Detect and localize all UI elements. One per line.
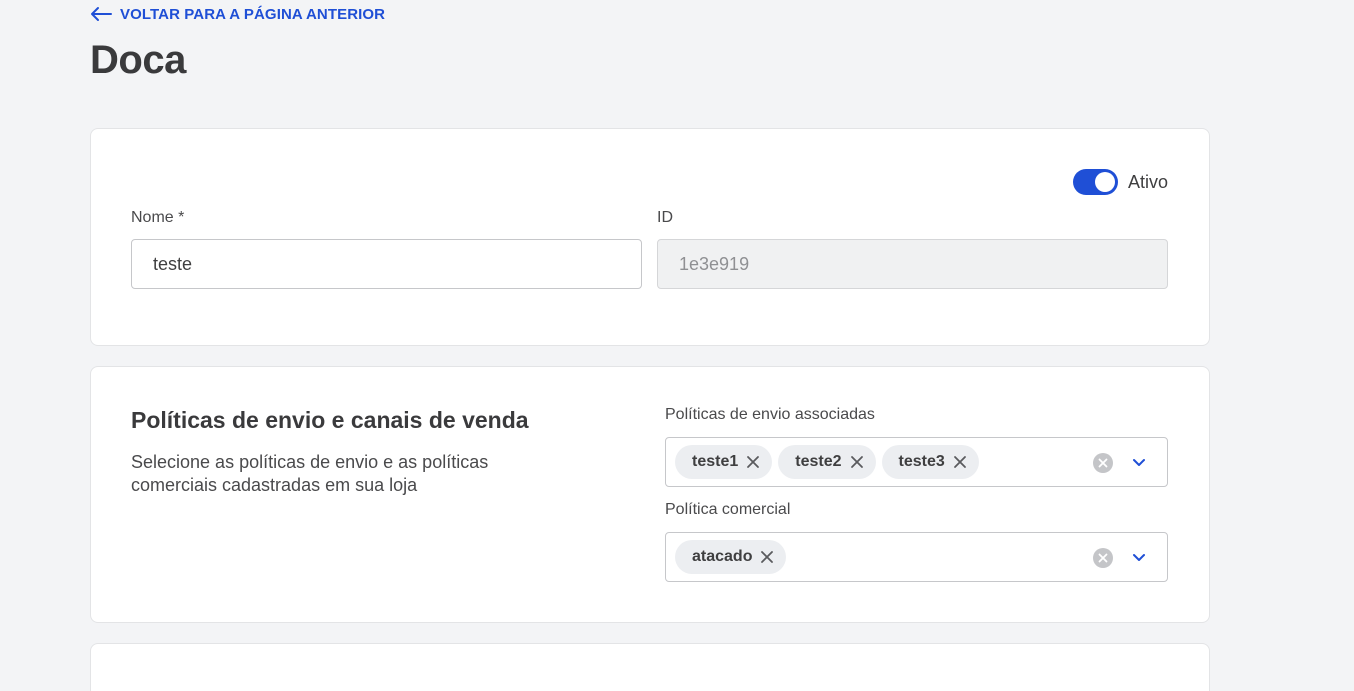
policies-section-title: Políticas de envio e canais de venda	[131, 407, 529, 433]
tag-chip: atacado	[675, 540, 787, 574]
general-card: Ativo Nome * teste ID 1e3e919	[90, 128, 1210, 346]
tag-chip-label: teste1	[692, 453, 739, 470]
name-input[interactable]: teste	[131, 239, 642, 289]
toggle-knob	[1094, 172, 1115, 192]
chevron-down-icon[interactable]	[1131, 549, 1147, 565]
policies-card: Políticas de envio e canais de venda Sel…	[90, 366, 1210, 623]
id-input: 1e3e919	[657, 239, 1168, 289]
name-field-label: Nome *	[131, 209, 185, 226]
commercial-policy-tags: atacado	[675, 540, 787, 574]
id-input-value: 1e3e919	[679, 253, 750, 274]
back-link-label: VOLTAR PARA A PÁGINA ANTERIOR	[120, 5, 386, 23]
page: VOLTAR PARA A PÁGINA ANTERIOR Doca Ativo…	[0, 0, 1354, 691]
status-toggle[interactable]	[1072, 169, 1118, 195]
name-input-value: teste	[153, 253, 193, 274]
back-link[interactable]: VOLTAR PARA A PÁGINA ANTERIOR	[90, 4, 385, 24]
clear-selection-icon[interactable]	[1093, 453, 1113, 473]
commercial-policy-label: Política comercial	[665, 501, 791, 518]
tag-chip: teste1	[675, 445, 773, 479]
remove-tag-icon[interactable]	[850, 455, 864, 469]
shipping-policies-tags: teste1 teste2 teste3	[675, 445, 979, 479]
tag-chip: teste2	[778, 445, 876, 479]
priorities-card	[90, 643, 1210, 691]
tag-chip: teste3	[881, 445, 979, 479]
shipping-policies-select[interactable]: teste1 teste2 teste3	[665, 437, 1168, 487]
policies-section-description: Selecione as políticas de envio e as pol…	[131, 452, 489, 495]
remove-tag-icon[interactable]	[953, 455, 967, 469]
id-field-label: ID	[657, 209, 673, 226]
status-toggle-group: Ativo	[1072, 169, 1168, 195]
tag-chip-label: atacado	[692, 548, 753, 565]
remove-tag-icon[interactable]	[760, 550, 774, 564]
shipping-policies-label: Políticas de envio associadas	[665, 406, 875, 423]
commercial-policy-select[interactable]: atacado	[665, 532, 1168, 582]
tag-chip-label: teste3	[898, 453, 945, 470]
chevron-down-icon[interactable]	[1131, 454, 1147, 470]
tag-chip-label: teste2	[795, 453, 842, 470]
clear-selection-icon[interactable]	[1093, 548, 1113, 568]
arrow-left-icon	[91, 7, 112, 21]
remove-tag-icon[interactable]	[746, 455, 760, 469]
page-title: Doca	[90, 38, 186, 82]
status-toggle-label: Ativo	[1127, 171, 1168, 192]
